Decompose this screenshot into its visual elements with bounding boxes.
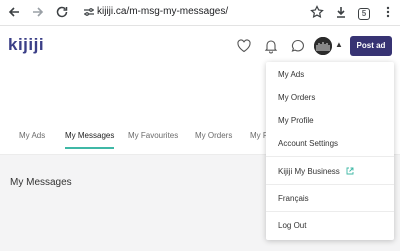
menu-item-my-profile[interactable]: My Profile [278,116,314,125]
account-dropdown-menu: My Ads My Orders My Profile Account Sett… [266,62,394,240]
address-bar[interactable]: kijiji.ca/m-msg-my-messages/ [84,3,297,21]
external-link-icon [346,167,354,175]
menu-divider [266,184,394,185]
chat-bubble-icon[interactable] [290,38,306,54]
tab-my-favourites[interactable]: My Favourites [128,129,178,153]
page-title: My Messages [10,177,72,188]
menu-item-my-ads[interactable]: My Ads [278,70,304,79]
menu-divider [266,211,394,212]
heart-icon[interactable] [236,38,252,54]
chevron-up-icon[interactable]: ▲ [335,40,343,49]
tab-my-orders[interactable]: My Orders [195,129,232,153]
menu-item-kijiji-my-business[interactable]: Kijiji My Business [278,167,354,176]
post-ad-button[interactable]: Post ad [350,36,392,56]
menu-item-label: Kijiji My Business [278,167,340,176]
forward-arrow-icon[interactable] [30,4,46,20]
url-text: kijiji.ca/m-msg-my-messages/ [97,6,229,17]
extension-icon[interactable]: 5 [356,4,372,20]
menu-item-language[interactable]: Français [278,194,309,203]
menu-divider [266,156,394,157]
tab-my-ads[interactable]: My Ads [19,129,45,153]
back-arrow-icon[interactable] [6,4,22,20]
site-header: kijiji ▲ Post ad [0,26,400,66]
bookmark-star-icon[interactable] [309,4,325,20]
bell-icon[interactable] [263,38,279,54]
reload-icon[interactable] [54,4,70,20]
menu-item-my-orders[interactable]: My Orders [278,93,315,102]
avatar[interactable] [314,37,332,55]
browser-toolbar: kijiji.ca/m-msg-my-messages/ 5 [0,0,400,26]
tab-my-messages[interactable]: My Messages [65,129,115,153]
site-info-icon[interactable] [83,6,95,18]
menu-item-account-settings[interactable]: Account Settings [278,139,338,148]
kijiji-logo[interactable]: kijiji [8,35,44,55]
download-icon[interactable] [333,4,349,20]
more-menu-icon[interactable] [380,4,396,20]
menu-item-log-out[interactable]: Log Out [278,221,306,230]
